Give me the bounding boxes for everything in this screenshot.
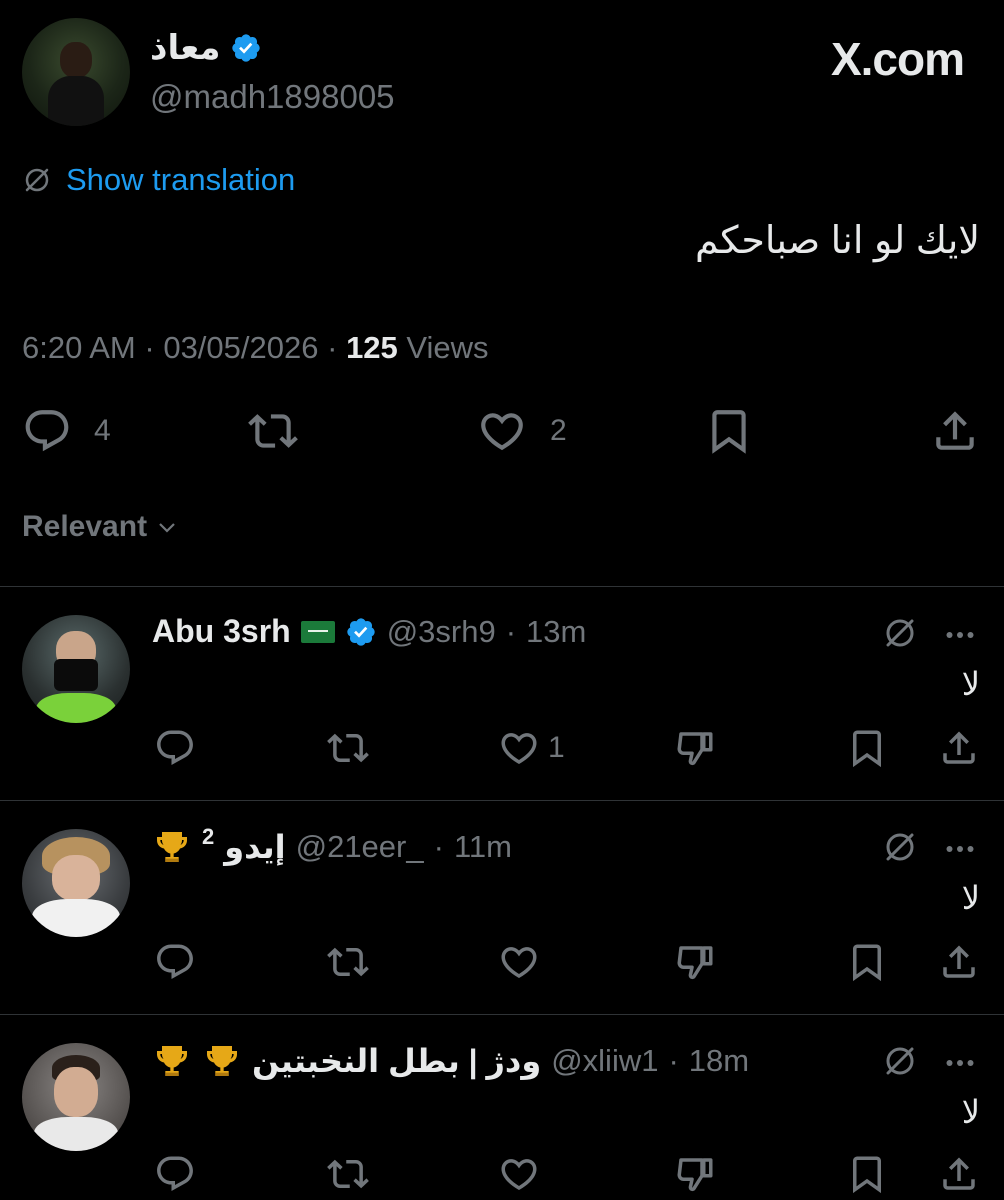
author-handle[interactable]: @madh1898005 — [150, 78, 395, 116]
like-icon — [498, 727, 540, 769]
dislike-icon[interactable] — [674, 727, 716, 769]
show-translation-label[interactable]: Show translation — [66, 162, 295, 198]
saudi-flag-icon — [300, 620, 335, 643]
trophy-icon — [152, 1041, 192, 1081]
reply-like-count: 1 — [548, 731, 565, 764]
reply-item[interactable]: ودژ | بطل النخبتين @xliiw1 · 18m لا — [0, 1015, 1004, 1200]
sort-label: Relevant — [22, 510, 148, 543]
translate-globe-icon — [22, 165, 52, 195]
reply-actions — [0, 1153, 1004, 1197]
reply-header: ودژ | بطل النخبتين @xliiw1 · 18m — [152, 1041, 749, 1081]
reply-count: 4 — [94, 414, 111, 447]
meta-separator: · — [668, 1043, 679, 1078]
verified-icon — [345, 616, 377, 648]
reply-actions — [0, 941, 1004, 985]
bookmark-icon[interactable] — [846, 941, 888, 983]
like-icon[interactable] — [498, 941, 540, 983]
like-icon[interactable] — [498, 1153, 540, 1195]
tweet-text: لايك لو انا صباحكم — [695, 220, 980, 262]
trophy-icon — [152, 827, 192, 867]
more-icon[interactable] — [942, 831, 978, 867]
more-icon[interactable] — [942, 617, 978, 653]
reply-time[interactable]: 13m — [526, 614, 586, 650]
author-name-row[interactable]: معاذ — [150, 28, 262, 68]
reply-header: 2 إيدو @21eer_ · 11m — [152, 824, 512, 867]
reply-item[interactable]: 2 إيدو @21eer_ · 11m لا — [0, 801, 1004, 1013]
reply-text: لا — [961, 880, 980, 916]
reply-text: لا — [961, 1094, 980, 1130]
retweet-button[interactable] — [246, 406, 300, 456]
reply-avatar[interactable] — [22, 829, 130, 937]
like-icon — [476, 406, 528, 456]
author-name[interactable]: معاذ — [150, 28, 220, 68]
tweet-date[interactable]: 03/05/2026 — [163, 330, 318, 365]
reply-header: Abu 3srh @3srh9 · 13m — [152, 613, 586, 650]
share-button[interactable] — [930, 406, 980, 456]
translate-globe-icon[interactable] — [882, 1043, 918, 1079]
meta-separator: · — [144, 330, 155, 365]
reply-icon[interactable] — [154, 727, 196, 769]
bookmark-icon[interactable] — [846, 1153, 888, 1195]
author-avatar[interactable] — [22, 18, 130, 126]
reply-author-name[interactable]: Abu 3srh — [152, 613, 291, 650]
bookmark-icon — [704, 406, 754, 456]
retweet-icon[interactable] — [326, 1153, 370, 1195]
retweet-icon — [246, 406, 300, 456]
reply-avatar[interactable] — [22, 1043, 130, 1151]
reply-item[interactable]: Abu 3srh @3srh9 · 13m لا 1 — [0, 587, 1004, 799]
bookmark-button[interactable] — [704, 406, 754, 456]
share-icon[interactable] — [938, 1153, 980, 1195]
reply-time[interactable]: 11m — [454, 829, 512, 865]
meta-separator: · — [327, 330, 338, 365]
reply-handle[interactable]: @21eer_ — [296, 829, 424, 865]
share-icon[interactable] — [938, 941, 980, 983]
reply-handle[interactable]: @3srh9 — [387, 614, 496, 650]
like-count: 2 — [550, 414, 567, 447]
dislike-icon[interactable] — [674, 941, 716, 983]
show-translation-link[interactable]: Show translation — [22, 162, 295, 198]
translate-globe-icon[interactable] — [882, 829, 918, 865]
like-button[interactable]: 1 — [498, 727, 565, 769]
reply-time[interactable]: 18m — [689, 1043, 749, 1079]
x-logo[interactable]: X.com — [831, 32, 965, 86]
trophy-icon — [202, 1041, 242, 1081]
tweet-time[interactable]: 6:20 AM — [22, 330, 136, 365]
meta-separator: · — [505, 613, 517, 649]
retweet-icon[interactable] — [326, 727, 370, 769]
views-label: Views — [406, 330, 489, 365]
like-button[interactable]: 2 — [476, 406, 567, 456]
reply-actions: 1 — [0, 727, 1004, 771]
chevron-down-icon — [155, 515, 179, 539]
share-icon — [930, 406, 980, 456]
reply-avatar[interactable] — [22, 615, 130, 723]
reply-icon[interactable] — [154, 1153, 196, 1195]
reply-author-name[interactable]: إيدو — [224, 828, 285, 866]
badge-superscript: 2 — [202, 824, 215, 849]
tweet-meta: 6:20 AM · 03/05/2026 · 125 Views — [22, 330, 489, 366]
meta-separator: · — [433, 829, 444, 864]
reply-icon[interactable] — [154, 941, 196, 983]
share-icon[interactable] — [938, 727, 980, 769]
reply-text: لا — [961, 666, 980, 702]
verified-icon — [230, 32, 262, 64]
reply-button[interactable]: 4 — [22, 406, 111, 456]
reply-author-name[interactable]: ودژ | بطل النخبتين — [252, 1042, 541, 1080]
dislike-icon[interactable] — [674, 1153, 716, 1195]
more-icon[interactable] — [942, 1045, 978, 1081]
reply-icon — [22, 406, 72, 456]
sort-dropdown[interactable]: Relevant — [22, 510, 179, 544]
retweet-icon[interactable] — [326, 941, 370, 983]
views-count: 125 — [346, 330, 398, 365]
reply-handle[interactable]: @xliiw1 — [551, 1043, 658, 1079]
bookmark-icon[interactable] — [846, 727, 888, 769]
translate-globe-icon[interactable] — [882, 615, 918, 651]
